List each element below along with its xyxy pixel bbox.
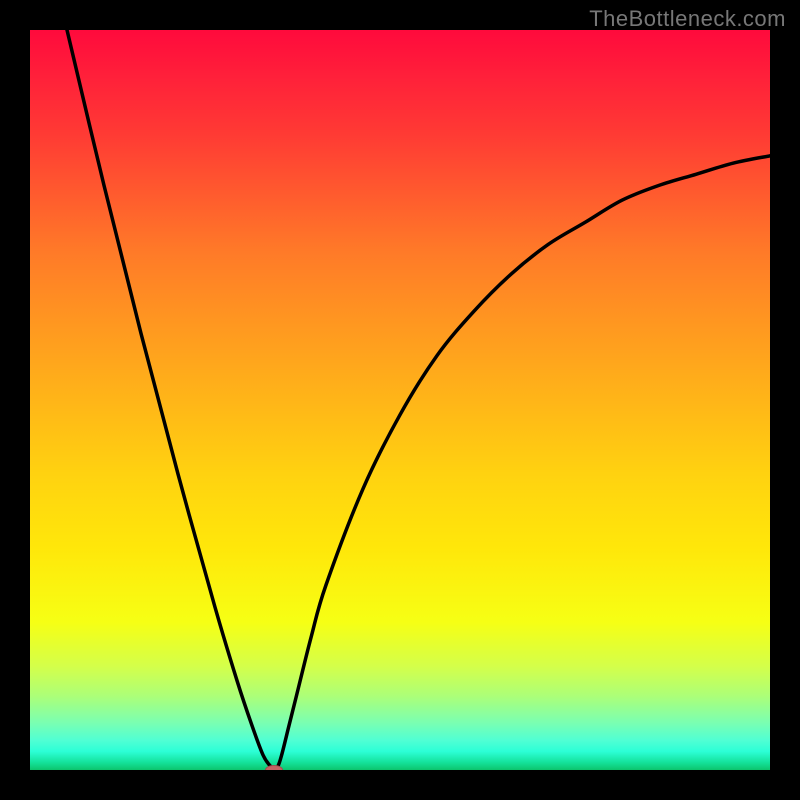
- optimum-marker: [265, 765, 283, 770]
- bottleneck-curve: [67, 30, 770, 770]
- plot-area: [30, 30, 770, 770]
- chart-frame: TheBottleneck.com: [0, 0, 800, 800]
- watermark-text: TheBottleneck.com: [589, 6, 786, 32]
- curve-svg: [30, 30, 770, 770]
